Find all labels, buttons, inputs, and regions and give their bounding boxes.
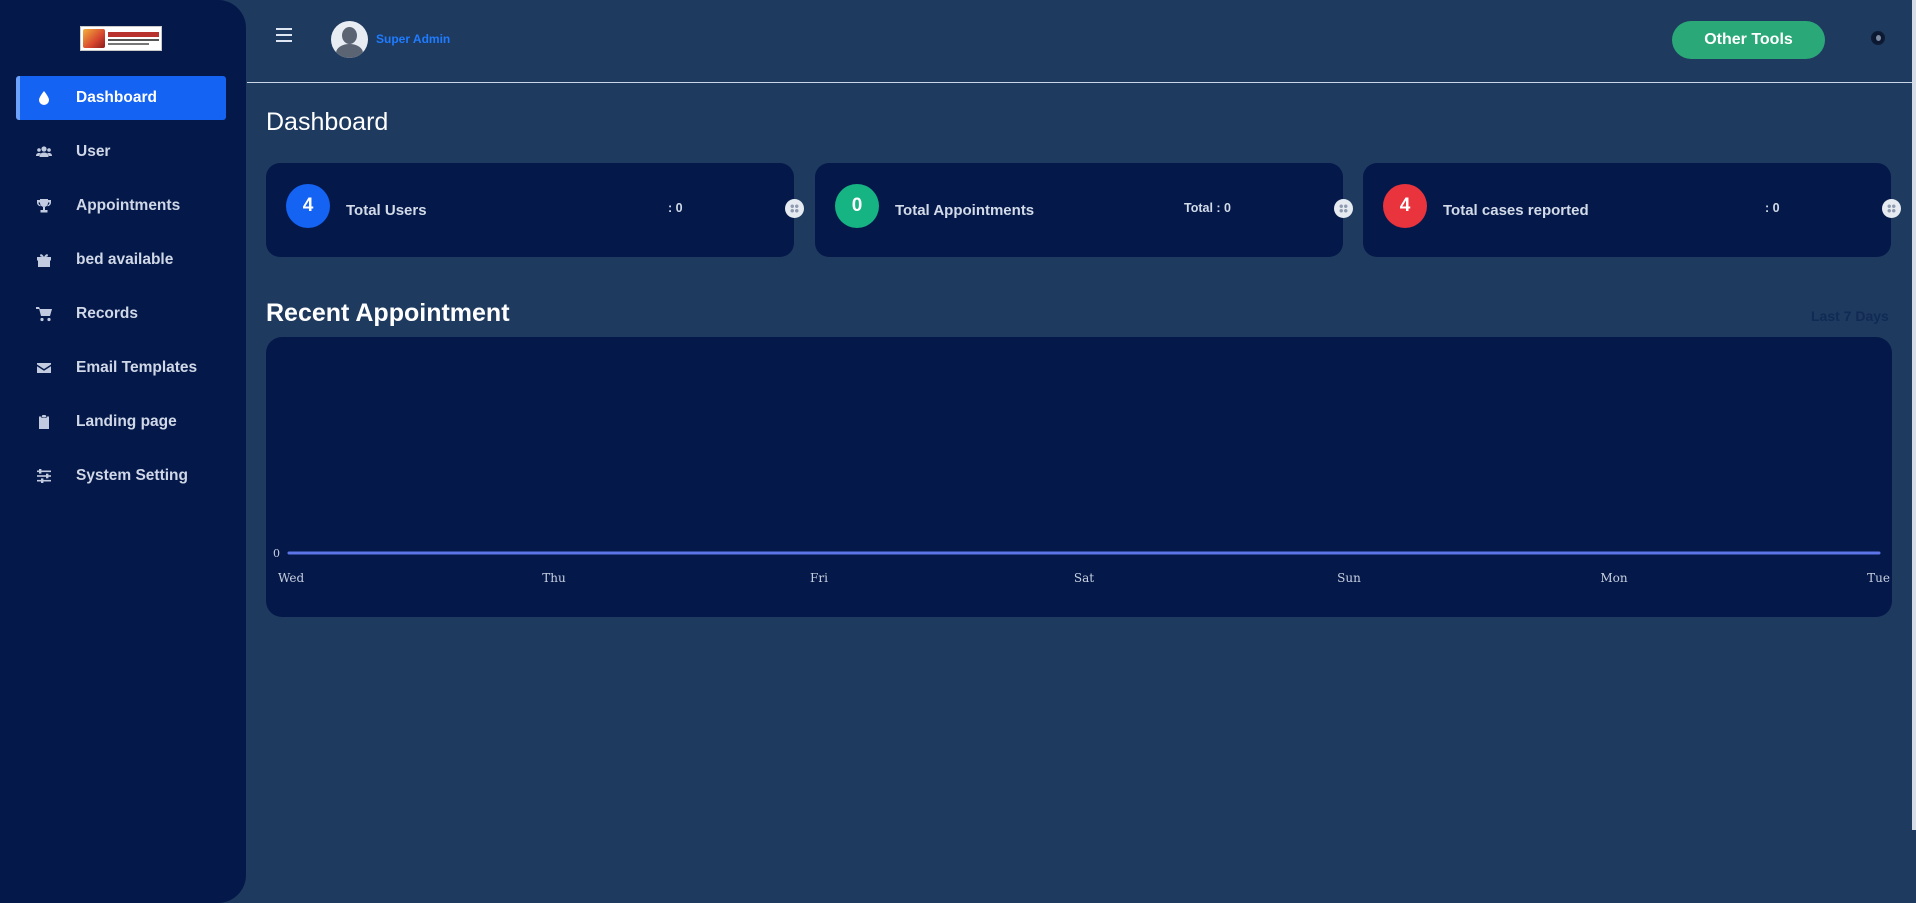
sidebar-item-label: Dashboard bbox=[76, 89, 157, 106]
clipboard-icon bbox=[34, 414, 54, 430]
stat-count-badge: 4 bbox=[1383, 184, 1427, 228]
users-icon bbox=[34, 144, 54, 160]
stat-card-total-users: 4 Total Users : 0 bbox=[266, 163, 804, 257]
sidebar-item-bed-available[interactable]: bed available bbox=[16, 238, 226, 282]
cart-icon bbox=[34, 306, 54, 322]
sidebar-item-email-templates[interactable]: Email Templates bbox=[16, 346, 226, 390]
data-point[interactable] bbox=[1082, 551, 1086, 555]
stat-card-total-cases-reported: 4 Total cases reported : 0 bbox=[1363, 163, 1901, 257]
sidebar-item-label: System Setting bbox=[76, 467, 188, 484]
drag-handle-icon[interactable] bbox=[1334, 199, 1353, 218]
sidebar-item-label: Records bbox=[76, 305, 139, 322]
sidebar-item-appointments[interactable]: Appointments bbox=[16, 184, 226, 228]
globe-icon[interactable] bbox=[1871, 31, 1885, 45]
sidebar-nav: Dashboard User Appointments bed availabl… bbox=[16, 76, 226, 508]
envelope-icon bbox=[34, 360, 54, 376]
sliders-icon bbox=[34, 468, 54, 484]
x-tick-label: Thu bbox=[542, 571, 566, 585]
sidebar-item-landing-page[interactable]: Landing page bbox=[16, 400, 226, 444]
sidebar: Dashboard User Appointments bed availabl… bbox=[0, 0, 246, 903]
data-point[interactable] bbox=[1612, 551, 1616, 555]
gift-icon bbox=[34, 252, 54, 268]
header-divider bbox=[247, 82, 1913, 83]
data-point[interactable] bbox=[1347, 551, 1351, 555]
stat-value: Total : 0 bbox=[1184, 201, 1231, 215]
sidebar-item-label: bed available bbox=[76, 251, 174, 268]
logo[interactable] bbox=[80, 26, 162, 51]
x-tick-label: Fri bbox=[810, 571, 828, 585]
page-title: Dashboard bbox=[266, 108, 389, 136]
sidebar-item-dashboard[interactable]: Dashboard bbox=[16, 76, 226, 120]
x-tick-label: Mon bbox=[1600, 571, 1628, 585]
stat-label: Total cases reported bbox=[1443, 202, 1589, 219]
drop-icon bbox=[34, 90, 54, 106]
data-point[interactable] bbox=[287, 551, 291, 555]
sidebar-item-label: User bbox=[76, 143, 111, 160]
chart-canvas: 0 Wed Thu Fri Sat Sun Mon Tue bbox=[273, 547, 1890, 585]
stat-value: : 0 bbox=[1765, 201, 1780, 215]
recent-appointment-chart: 0 Wed Thu Fri Sat Sun Mon Tue bbox=[266, 337, 1892, 617]
trophy-icon bbox=[34, 198, 54, 214]
data-point[interactable] bbox=[552, 551, 556, 555]
logo-wordmark bbox=[108, 32, 159, 45]
x-tick-label: Wed bbox=[278, 571, 304, 585]
stat-label: Total Appointments bbox=[895, 202, 1035, 219]
x-tick-label: Sat bbox=[1074, 571, 1094, 585]
recent-appointment-title: Recent Appointment bbox=[266, 299, 510, 327]
sidebar-item-system-setting[interactable]: System Setting bbox=[16, 454, 226, 498]
sidebar-item-label: Appointments bbox=[76, 197, 181, 214]
date-range-label[interactable]: Last 7 Days bbox=[1811, 308, 1889, 324]
menu-toggle-icon[interactable] bbox=[276, 28, 292, 42]
y-tick-label: 0 bbox=[273, 547, 280, 560]
x-tick-label: Sun bbox=[1337, 571, 1361, 585]
stat-count-badge: 4 bbox=[286, 184, 330, 228]
sidebar-item-label: Email Templates bbox=[76, 359, 198, 376]
sidebar-item-user[interactable]: User bbox=[16, 130, 226, 174]
crest-icon bbox=[83, 29, 105, 48]
x-tick-label: Tue bbox=[1867, 571, 1890, 585]
sidebar-item-records[interactable]: Records bbox=[16, 292, 226, 336]
other-tools-button[interactable]: Other Tools bbox=[1672, 21, 1825, 59]
avatar[interactable] bbox=[331, 21, 368, 58]
scrollbar[interactable] bbox=[1912, 0, 1916, 830]
drag-handle-icon[interactable] bbox=[1882, 199, 1901, 218]
stat-label: Total Users bbox=[346, 202, 427, 219]
stat-card-total-appointments: 0 Total Appointments Total : 0 bbox=[815, 163, 1353, 257]
data-point[interactable] bbox=[1877, 551, 1881, 555]
drag-handle-icon[interactable] bbox=[785, 199, 804, 218]
user-name[interactable]: Super Admin bbox=[376, 32, 450, 46]
data-point[interactable] bbox=[817, 551, 821, 555]
sidebar-item-label: Landing page bbox=[76, 413, 177, 430]
stat-value: : 0 bbox=[668, 201, 683, 215]
stat-count-badge: 0 bbox=[835, 184, 879, 228]
